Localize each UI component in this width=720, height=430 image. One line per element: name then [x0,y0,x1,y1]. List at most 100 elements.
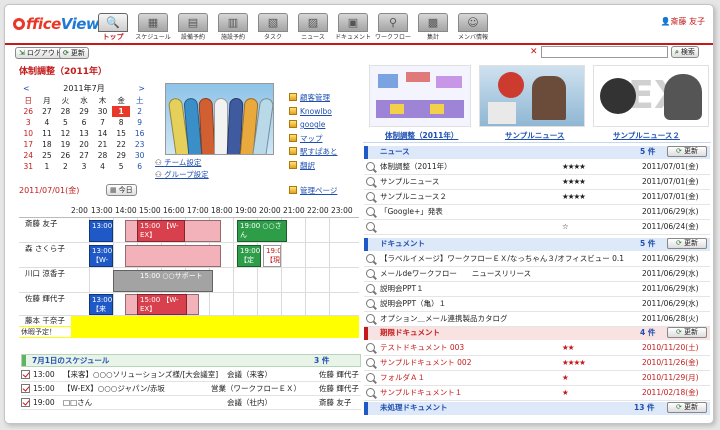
calendar-day[interactable]: 28 [56,106,75,117]
clear-search-icon[interactable]: ✕ [530,46,538,58]
app-logo[interactable]: fficeView [13,15,100,33]
nav-news[interactable]: ▨ ニュース [293,12,333,44]
banner-title-3[interactable]: サンプルニュース２ [613,130,680,141]
calendar-day[interactable]: 12 [56,128,75,139]
banner-image-3[interactable]: EX [593,65,709,127]
document-item[interactable]: オプション＿メール連携製品カタログ 2011/06/28(火) [364,312,710,327]
expiring-item[interactable]: テストドキュメント 003 ★★ 2010/11/20(土) [364,341,710,356]
calendar-day[interactable]: 21 [93,139,112,150]
schedule-event[interactable]: 13:00 【来 [89,294,113,315]
nav-facility[interactable]: ▥ 施設予約 [213,12,253,44]
prev-month-button[interactable]: < [23,83,30,94]
calendar-day[interactable]: 4 [38,117,57,128]
calendar-day[interactable]: 2 [130,106,149,117]
expiring-item[interactable]: サンプルドキュメント 002 ★★★★ 2010/11/26(金) [364,356,710,371]
schedule-event[interactable] [125,245,221,267]
member-name[interactable]: 藤本 千奈子 [19,316,71,326]
calendar-day[interactable]: 14 [93,128,112,139]
member-name[interactable]: 森 さくら子 [19,244,71,254]
nav-members[interactable]: ☺ メンバ情報 [453,12,493,44]
calendar-day[interactable]: 19 [56,139,75,150]
link-google[interactable]: google [289,118,338,132]
refresh-button[interactable]: ⟳ 更新 [59,47,89,59]
nav-schedule[interactable]: ▦ スケジュール [133,12,173,44]
banner-image-1[interactable] [369,65,471,127]
calendar-day[interactable]: 9 [130,117,149,128]
link-map[interactable]: マップ [289,132,338,146]
schedule-event[interactable]: 13:00 【来 [89,220,113,242]
calendar-day[interactable]: 18 [38,139,57,150]
document-item[interactable]: 【ラベルイメージ】ワークフローＥＸ/なっちゃん３/オフィスビュー 0.1 2011… [364,252,710,267]
schedule-event[interactable]: 15:00 【W-EX】 [137,220,185,242]
link-customer[interactable]: 顧客管理 [289,91,338,105]
banner-title-1[interactable]: 体制調整（2011年） [385,130,458,141]
news-item[interactable]: 「Google+」発表 2011/06/29(水) [364,205,710,220]
calendar-day[interactable]: 5 [56,117,75,128]
documents-update-button[interactable]: ⟳ 更新 [667,238,707,249]
calendar-day[interactable]: 24 [19,150,38,161]
calendar-day[interactable]: 25 [38,150,57,161]
calendar-day[interactable]: 6 [130,161,149,172]
calendar-day[interactable]: 5 [112,161,131,172]
calendar-day[interactable]: 28 [93,150,112,161]
today-schedule-item[interactable]: 13:00 【来客】○○○ソリューションズ様/[大会議室] 会議（来客） 佐藤 … [21,368,361,382]
calendar-day-selected[interactable]: 1 [111,106,131,117]
document-item[interactable]: メールdeワークフロー ニュースリリース 2011/06/29(水) [364,267,710,282]
news-item[interactable]: サンプルニュース２ ★★★★ 2011/07/01(金) [364,190,710,205]
news-item[interactable]: サンプルニュース ★★★★ 2011/07/01(金) [364,175,710,190]
expiring-item[interactable]: フォルダＡ１ ★ 2010/11/29(月) [364,371,710,386]
calendar-day[interactable]: 4 [93,161,112,172]
today-schedule-item[interactable]: 19:00 □□さん 会議（社内） 斎藤 友子 [21,396,361,410]
calendar-day[interactable]: 6 [75,117,94,128]
search-button[interactable]: ⌕ 検索 [671,46,699,58]
banner-image-2[interactable] [479,65,585,127]
today-button[interactable]: ▦ 今日 [106,184,137,196]
calendar-day[interactable]: 1 [38,161,57,172]
admin-page-link[interactable]: 管理ページ [289,184,337,198]
schedule-event[interactable]: 13:00 【W- [89,245,113,267]
calendar-day[interactable]: 29 [112,150,131,161]
schedule-event[interactable]: 19:00 【現 [263,245,281,267]
user-name-link[interactable]: 👤斎藤 友子 [660,16,705,27]
calendar-day[interactable]: 22 [112,139,131,150]
calendar-day[interactable]: 3 [19,117,38,128]
today-schedule-item[interactable]: 15:00 【W-EX】○○○ジャパン/赤坂 営業（ワークフローＥＸ） 佐藤 輝… [21,382,361,396]
member-name[interactable]: 斎藤 友子 [19,219,71,229]
member-name[interactable]: 佐藤 輝代子 [19,294,71,304]
calendar-day[interactable]: 2 [56,161,75,172]
news-item[interactable]: 体制調整（2011年） ★★★★ 2011/07/01(金) [364,160,710,175]
link-ekispert[interactable]: 駅すぱあと [289,145,338,159]
nav-task[interactable]: ▧ タスク [253,12,293,44]
news-update-button[interactable]: ⟳ 更新 [667,146,707,157]
calendar-day[interactable]: 16 [130,128,149,139]
document-item[interactable]: 説明会PPT１ 2011/06/29(水) [364,282,710,297]
calendar-day[interactable]: 8 [112,117,131,128]
calendar-day[interactable]: 17 [19,139,38,150]
team-settings-link[interactable]: ⚇ チーム設定 [155,157,201,168]
calendar-day[interactable]: 15 [112,128,131,139]
nav-equipment[interactable]: ▤ 設備予約 [173,12,213,44]
nav-tally[interactable]: ▩ 集計 [413,12,453,44]
next-month-button[interactable]: > [138,83,145,94]
calendar-day[interactable]: 13 [75,128,94,139]
calendar-day[interactable]: 7 [93,117,112,128]
schedule-event[interactable]: 19:00 ○○さん [237,220,287,242]
link-knowlbo[interactable]: Knowlbo [289,105,338,119]
calendar-day[interactable]: 26 [19,106,38,117]
search-input[interactable] [541,46,668,58]
member-name[interactable]: 川口 涼香子 [19,269,71,279]
nav-workflow[interactable]: ⚲ ワークフロー [373,12,413,44]
calendar-day[interactable]: 27 [75,150,94,161]
calendar-day[interactable]: 30 [93,106,112,117]
calendar-day[interactable]: 11 [38,128,57,139]
calendar-day[interactable]: 31 [19,161,38,172]
nav-top[interactable]: 🔍 トップ [93,12,133,44]
expiring-item[interactable]: サンプルドキュメント１ ★ 2011/02/18(金) [364,386,710,401]
schedule-event[interactable]: 15:00 ○○サポート [113,270,213,292]
calendar-day[interactable]: 27 [38,106,57,117]
calendar-day[interactable]: 20 [75,139,94,150]
calendar-day[interactable]: 30 [130,150,149,161]
calendar-day[interactable]: 23 [130,139,149,150]
calendar-day[interactable]: 10 [19,128,38,139]
expiring-update-button[interactable]: ⟳ 更新 [667,327,707,338]
